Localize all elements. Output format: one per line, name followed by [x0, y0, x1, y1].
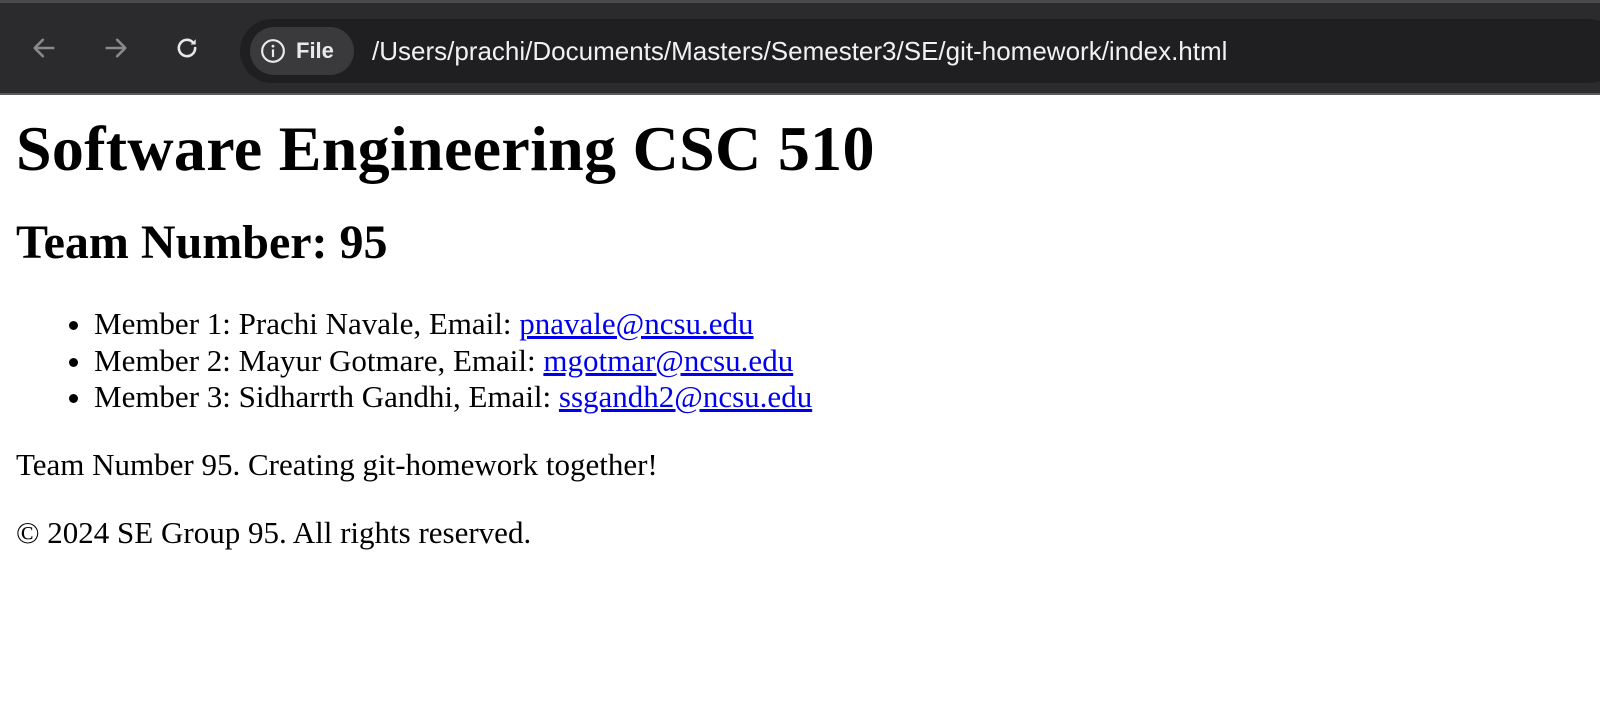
browser-toolbar: File /Users/prachi/Documents/Masters/Sem…	[0, 0, 1600, 95]
site-info-chip[interactable]: File	[250, 27, 354, 75]
member-text: Member 2: Mayur Gotmare, Email:	[94, 342, 544, 378]
address-bar[interactable]: File /Users/prachi/Documents/Masters/Sem…	[240, 19, 1600, 83]
member-text: Member 3: Sidharrth Gandhi, Email:	[94, 379, 559, 414]
url-text[interactable]: /Users/prachi/Documents/Masters/Semester…	[372, 19, 1227, 83]
list-item: Member 2: Mayur Gotmare, Email: mgotmar@…	[94, 343, 1600, 380]
team-heading: Team Number: 95	[16, 216, 388, 269]
forward-button[interactable]	[96, 28, 136, 68]
page-title: Software Engineering CSC 510	[16, 113, 875, 184]
list-item: Member 1: Prachi Navale, Email: pnavale@…	[94, 306, 1600, 343]
back-button[interactable]	[24, 28, 64, 68]
arrow-right-icon	[105, 38, 127, 58]
footer-copyright: © 2024 SE Group 95. All rights reserved.	[16, 514, 532, 550]
email-link[interactable]: ssgandh2@ncsu.edu	[559, 379, 812, 414]
list-item: Member 3: Sidharrth Gandhi, Email: ssgan…	[94, 379, 1600, 416]
email-link[interactable]: mgotmar@ncsu.edu	[543, 343, 793, 378]
info-icon	[261, 39, 285, 63]
member-list: Member 1: Prachi Navale, Email: pnavale@…	[16, 306, 1600, 416]
page-content: Software Engineering CSC 510 Team Number…	[16, 95, 1600, 551]
arrow-left-icon	[33, 38, 55, 58]
email-link[interactable]: pnavale@ncsu.edu	[519, 306, 753, 341]
member-text: Member 1: Prachi Navale, Email:	[94, 306, 520, 341]
reload-button[interactable]	[167, 28, 207, 68]
site-chip-label: File	[296, 38, 334, 63]
tagline-text: Team Number 95. Creating git-homework to…	[16, 446, 658, 482]
reload-icon	[177, 38, 197, 58]
